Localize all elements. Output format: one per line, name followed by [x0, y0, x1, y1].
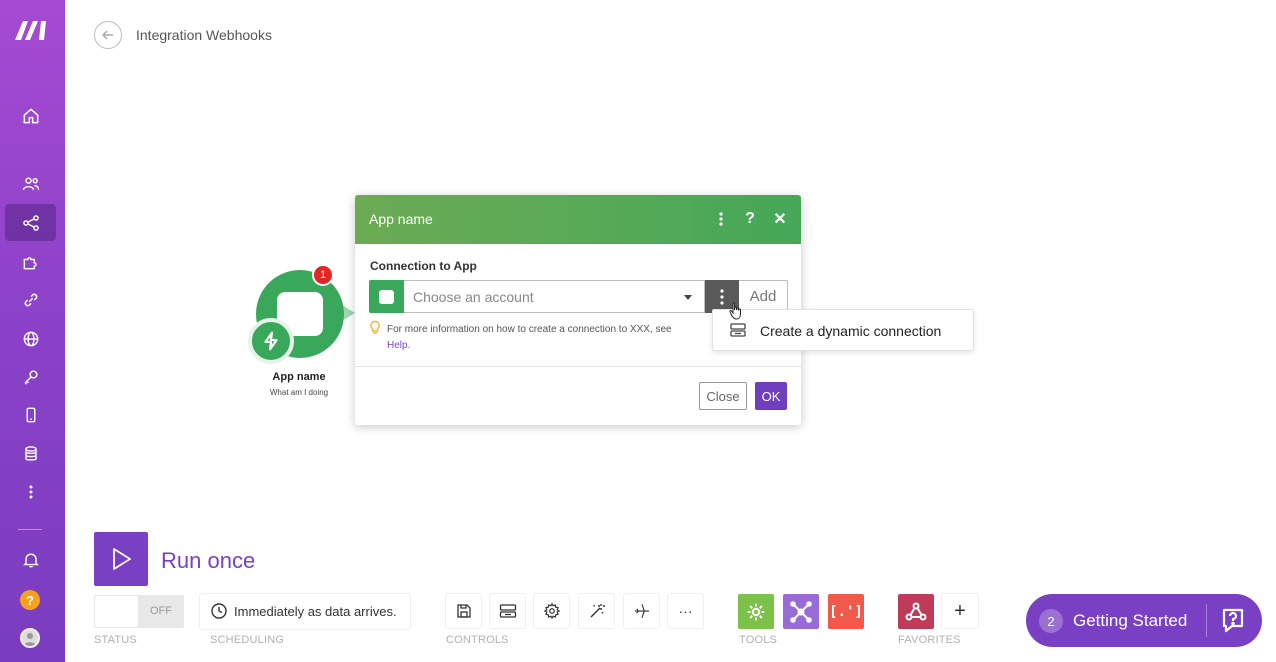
- airplane-icon: [634, 604, 649, 618]
- connection-options-menu: Create a dynamic connection: [712, 309, 974, 351]
- explain-flow-button[interactable]: [624, 594, 659, 628]
- favorites-caption: FAVORITES: [898, 634, 961, 646]
- sidebar-item-webhooks[interactable]: [5, 320, 56, 357]
- save-icon: [456, 604, 471, 618]
- ok-button[interactable]: OK: [755, 382, 787, 410]
- getting-started-count: 2: [1039, 609, 1063, 633]
- sidebar-item-notifications[interactable]: [5, 541, 56, 578]
- help-icon[interactable]: ?: [20, 590, 40, 610]
- dialog-title: App name: [369, 211, 433, 227]
- make-logo[interactable]: [13, 18, 49, 42]
- help-link[interactable]: Help.: [387, 340, 410, 351]
- webhooks-favorite-button[interactable]: [898, 594, 934, 629]
- hint-text: For more information on how to create a …: [387, 322, 717, 354]
- getting-started-divider: [1206, 604, 1207, 637]
- sidebar-item-more[interactable]: [5, 473, 56, 510]
- getting-started-label: Getting Started: [1073, 611, 1188, 630]
- toggle-state-label: OFF: [150, 605, 172, 617]
- dynamic-connection-icon: [730, 323, 746, 337]
- pointer-cursor-icon: [729, 302, 741, 320]
- tools-gear-icon: [747, 603, 765, 620]
- scenario-status-toggle[interactable]: OFF: [94, 595, 184, 628]
- sidebar-divider: [18, 529, 42, 530]
- dialog-header: App name ? ✕: [355, 195, 801, 244]
- sidebar-item-connections[interactable]: [5, 281, 56, 318]
- dialog-close-icon[interactable]: ✕: [769, 208, 791, 230]
- bell-icon: [22, 553, 39, 567]
- connection-label: Connection to App: [370, 259, 477, 273]
- auto-align-button[interactable]: [579, 594, 614, 628]
- tools-caption: TOOLS: [739, 634, 778, 646]
- dialog-divider: [355, 366, 801, 367]
- chat-help-icon[interactable]: [1218, 606, 1248, 636]
- puzzle-icon: [23, 256, 37, 269]
- account-placeholder: Choose an account: [413, 289, 534, 305]
- sidebar: ?: [0, 0, 65, 662]
- team-icon: [22, 176, 39, 190]
- sidebar-item-apps[interactable]: [5, 243, 56, 280]
- account-select[interactable]: Choose an account: [404, 280, 705, 313]
- sidebar-item-home[interactable]: [5, 97, 56, 134]
- more-controls-button[interactable]: ···: [668, 594, 703, 628]
- settings-button[interactable]: [534, 594, 569, 628]
- sidebar-item-keys[interactable]: [5, 358, 56, 395]
- close-button[interactable]: Close: [699, 382, 747, 410]
- notes-icon: [499, 604, 516, 618]
- key-icon: [24, 369, 38, 385]
- database-icon: [24, 445, 37, 461]
- home-icon: [23, 107, 38, 123]
- magic-wand-icon: [590, 604, 605, 618]
- avatar[interactable]: [20, 628, 40, 648]
- play-icon: [113, 548, 131, 570]
- add-favorite-button[interactable]: +: [942, 594, 978, 628]
- lightbulb-icon: [370, 320, 380, 334]
- flow-control-button[interactable]: [783, 594, 819, 629]
- sidebar-item-devices[interactable]: [5, 396, 56, 433]
- connection-app-icon: [369, 280, 404, 313]
- scheduling-caption: SCHEDULING: [210, 634, 285, 646]
- text-parser-button[interactable]: [.']: [828, 594, 864, 629]
- notes-button[interactable]: [490, 594, 525, 628]
- settings-icon: [543, 602, 560, 620]
- create-dynamic-connection-item[interactable]: Create a dynamic connection: [760, 323, 941, 339]
- caret-down-icon: [684, 295, 692, 300]
- page-title: Integration Webhooks: [136, 27, 272, 43]
- webhooks-icon: [905, 602, 927, 620]
- controls-caption: CONTROLS: [446, 634, 509, 646]
- run-once-label[interactable]: Run once: [161, 548, 255, 574]
- tools-button[interactable]: [738, 594, 774, 629]
- save-button[interactable]: [446, 594, 481, 628]
- sidebar-item-team[interactable]: [5, 165, 56, 202]
- scheduling-text: Immediately as data arrives.: [234, 604, 397, 619]
- link-icon: [24, 293, 37, 306]
- more-vertical-icon: [29, 485, 32, 498]
- back-button[interactable]: [94, 21, 122, 49]
- more-vertical-icon: [720, 288, 724, 305]
- clock-icon: [211, 603, 227, 619]
- instant-trigger-icon: [248, 318, 294, 364]
- arrow-left-icon: [101, 30, 113, 40]
- toggle-knob: [95, 596, 138, 627]
- run-once-button[interactable]: [94, 532, 148, 586]
- phone-icon: [26, 407, 35, 422]
- share-icon: [22, 214, 39, 231]
- sidebar-item-scenarios[interactable]: [5, 204, 56, 241]
- scheduling-button[interactable]: Immediately as data arrives.: [200, 594, 410, 629]
- getting-started-button[interactable]: 2 Getting Started: [1026, 594, 1262, 647]
- dialog-help-icon[interactable]: ?: [739, 208, 761, 230]
- hint-description: For more information on how to create a …: [387, 324, 672, 335]
- dialog-menu-icon[interactable]: [710, 208, 732, 230]
- flow-control-icon: [790, 600, 812, 623]
- module-subtitle: What am I doing: [269, 388, 329, 397]
- sidebar-item-datastores[interactable]: [5, 435, 56, 472]
- module-name: App name: [272, 371, 326, 383]
- status-caption: STATUS: [94, 634, 137, 646]
- globe-icon: [23, 331, 38, 346]
- module-badge: 1: [312, 264, 334, 286]
